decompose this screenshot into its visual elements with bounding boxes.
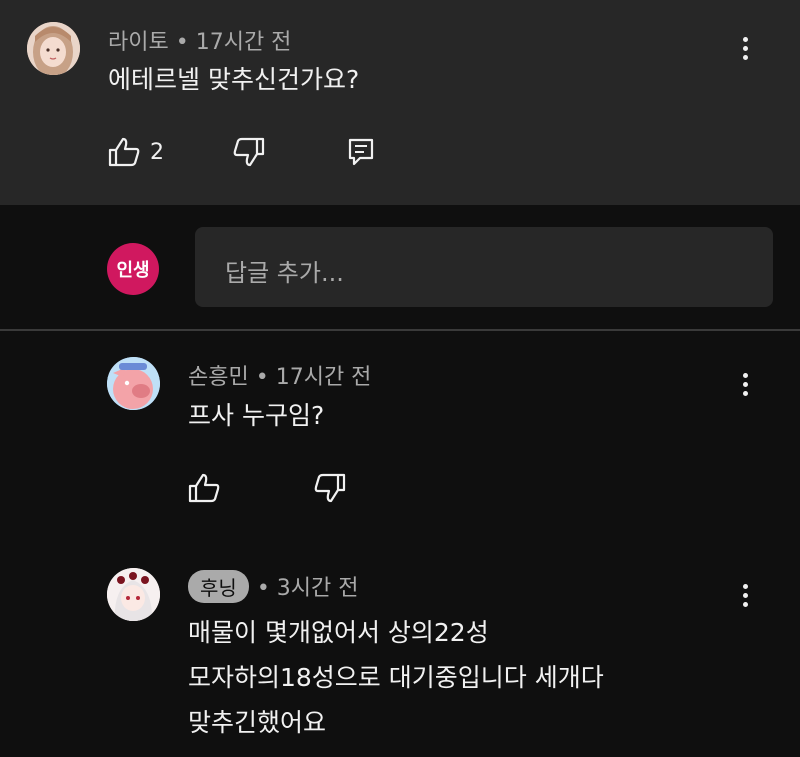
comment-text-line-1: 매물이 몇개없어서 상의22성 bbox=[188, 618, 489, 647]
reply-comment-icon bbox=[348, 138, 374, 166]
meta-separator: • bbox=[255, 365, 276, 390]
comment-time: 17시간 전 bbox=[275, 365, 372, 390]
like-count: 2 bbox=[150, 139, 164, 165]
more-vertical-icon[interactable] bbox=[734, 29, 758, 69]
more-vertical-icon[interactable] bbox=[734, 365, 758, 405]
current-user-avatar[interactable]: 인생 bbox=[107, 243, 159, 295]
comment-text-line-2: 모자하의18성으로 대기중입니다 세개다 bbox=[188, 663, 604, 692]
thumbs-up-icon bbox=[188, 473, 220, 503]
section-divider bbox=[0, 329, 800, 331]
comment-author[interactable]: 손흥민 bbox=[188, 365, 249, 390]
comment-meta: 후닝 • 3시간 전 bbox=[188, 570, 359, 603]
comment-time: 17시간 전 bbox=[195, 30, 292, 55]
comment-time: 3시간 전 bbox=[276, 576, 359, 601]
comment-meta: 라이토 • 17시간 전 bbox=[108, 24, 291, 56]
meta-separator: • bbox=[256, 576, 277, 601]
comment-text: 프사 누구임? bbox=[188, 401, 325, 430]
like-button[interactable]: 2 bbox=[108, 137, 164, 167]
comment-meta: 손흥민 • 17시간 전 bbox=[188, 359, 371, 391]
like-button[interactable] bbox=[188, 473, 220, 503]
dislike-button[interactable] bbox=[233, 137, 265, 167]
thumbs-down-icon bbox=[233, 137, 265, 167]
reply-input[interactable]: 답글 추가... bbox=[195, 227, 773, 307]
comment-text: 에테르넬 맞추신건가요? bbox=[108, 65, 360, 94]
more-vertical-icon[interactable] bbox=[734, 576, 758, 616]
comment-author-chip[interactable]: 후닝 bbox=[188, 570, 249, 603]
thumbs-up-icon bbox=[108, 137, 140, 167]
highlighted-comment: 라이토 • 17시간 전 에테르넬 맞추신건가요? 2 bbox=[0, 0, 800, 205]
meta-separator: • bbox=[175, 30, 196, 55]
user-avatar-photo[interactable] bbox=[27, 22, 80, 75]
thumbs-down-icon bbox=[314, 473, 346, 503]
reply-button[interactable] bbox=[347, 137, 375, 167]
dislike-button[interactable] bbox=[314, 473, 346, 503]
user-avatar-anime[interactable] bbox=[107, 568, 160, 621]
user-avatar-cartoon[interactable] bbox=[107, 357, 160, 410]
comment-text-line-3: 맞추긴했어요 bbox=[188, 708, 327, 737]
comment-author[interactable]: 라이토 bbox=[108, 30, 169, 55]
